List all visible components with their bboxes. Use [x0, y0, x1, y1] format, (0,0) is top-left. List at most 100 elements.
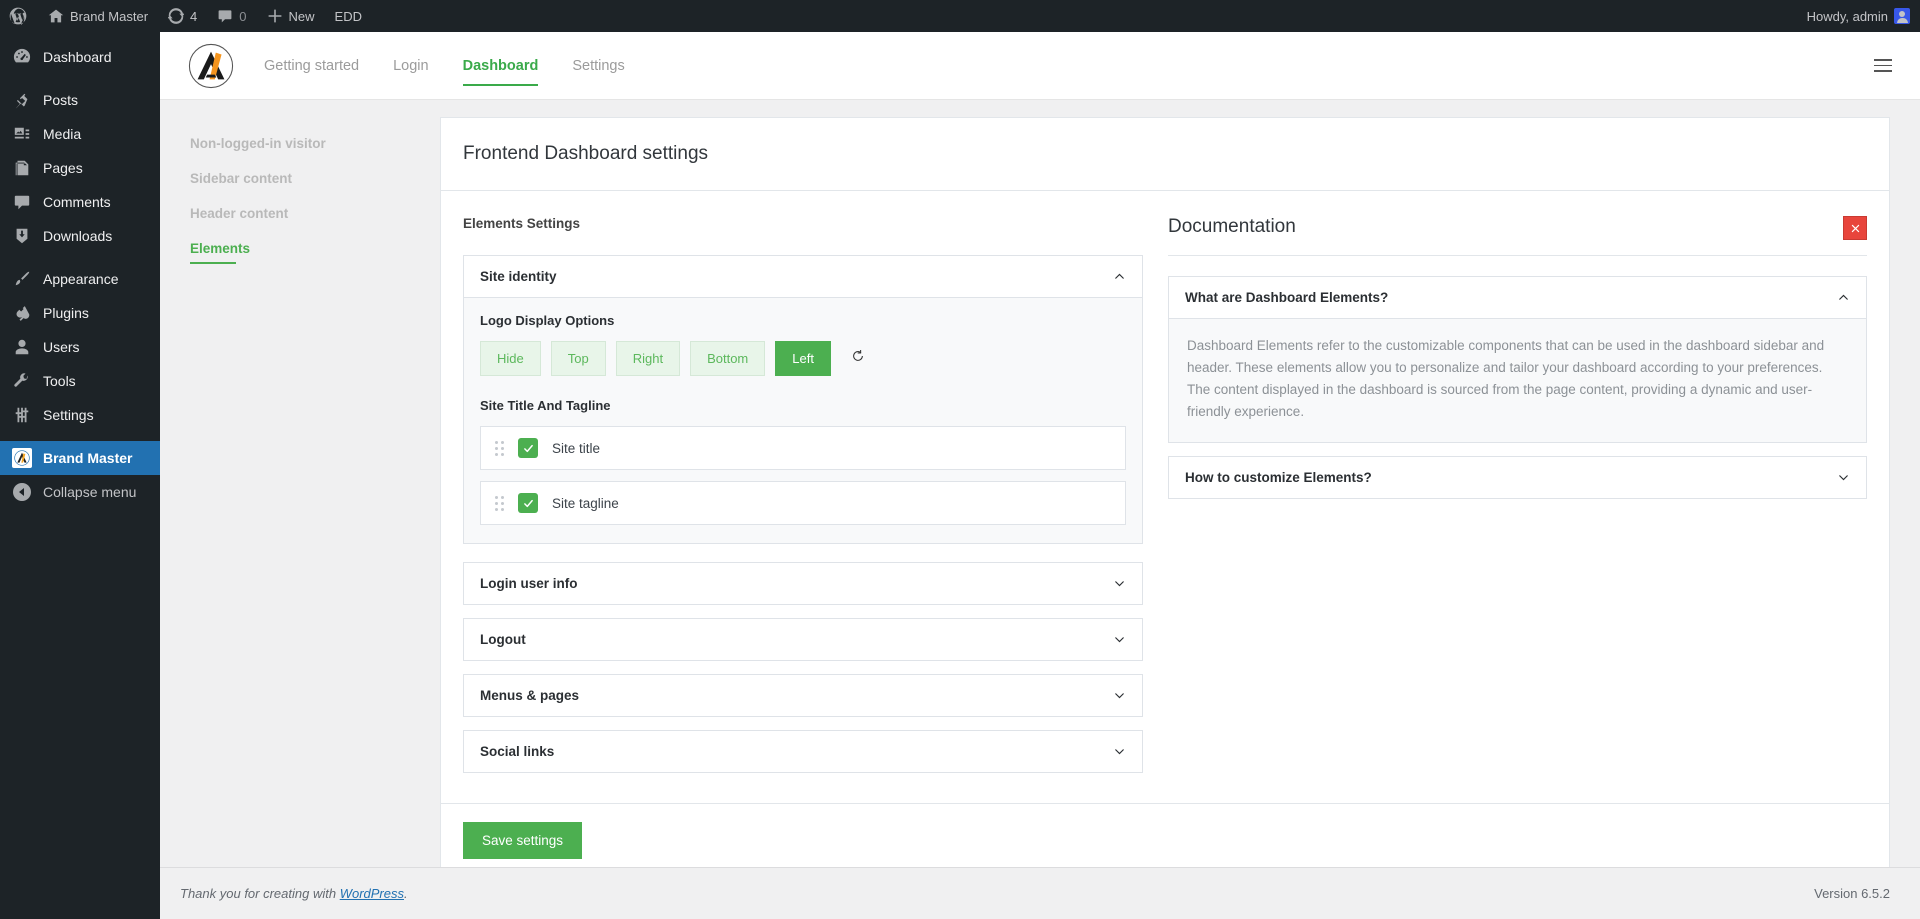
side-nav-item-sidebar-content[interactable]: Sidebar content	[190, 161, 440, 196]
accordion-site-identity-body: Logo Display Options Hide Top Right Bott…	[464, 298, 1142, 543]
plugin-nav-settings[interactable]: Settings	[572, 32, 624, 100]
edd-label: EDD	[335, 9, 362, 24]
plugin-nav-getting-started[interactable]: Getting started	[264, 32, 359, 100]
pin-icon	[12, 90, 32, 110]
sidebar-item-media[interactable]: Media	[0, 117, 160, 151]
my-account-menu[interactable]: Howdy, admin	[1797, 0, 1920, 32]
user-icon	[12, 337, 32, 357]
updates-menu[interactable]: 4	[158, 0, 207, 32]
menu-separator	[0, 432, 160, 441]
hamburger-icon[interactable]	[1874, 59, 1892, 72]
accordion-site-identity-header[interactable]: Site identity	[464, 256, 1142, 298]
accordion-social-links-header[interactable]: Social links	[464, 731, 1142, 772]
site-name-menu[interactable]: Brand Master	[38, 0, 158, 32]
new-label: New	[289, 9, 315, 24]
doc-accordion-header[interactable]: What are Dashboard Elements?	[1169, 277, 1866, 319]
sidebar-item-label: Dashboard	[43, 49, 112, 65]
logo-option-bottom[interactable]: Bottom	[690, 341, 765, 376]
chevron-up-icon	[1113, 270, 1126, 283]
wp-admin-menu: Dashboard Posts Media Pages Comments Dow…	[0, 32, 160, 919]
chevron-down-icon	[1113, 633, 1126, 646]
settings-main-column: Frontend Dashboard settings Elements Set…	[440, 100, 1920, 919]
accordion-login-user-info-header[interactable]: Login user info	[464, 563, 1142, 604]
avatar	[1894, 8, 1910, 24]
sidebar-item-dashboard[interactable]: Dashboard	[0, 40, 160, 74]
menu-top-spacer	[0, 32, 160, 40]
accordion-login-user-info: Login user info	[463, 562, 1143, 605]
sidebar-item-label: Comments	[43, 194, 111, 210]
documentation-close-button[interactable]	[1843, 216, 1867, 240]
new-content-menu[interactable]: New	[257, 0, 325, 32]
doc-accordion-what-are-dashboard-elements: What are Dashboard Elements? Dashboard E…	[1168, 276, 1867, 443]
accordion-logout-header[interactable]: Logout	[464, 619, 1142, 660]
logo-option-top[interactable]: Top	[551, 341, 606, 376]
accordion-menus-pages-header[interactable]: Menus & pages	[464, 675, 1142, 716]
checkbox-site-title[interactable]	[518, 438, 538, 458]
plugin-nav-dashboard[interactable]: Dashboard	[463, 32, 539, 100]
sidebar-item-downloads[interactable]: Downloads	[0, 219, 160, 253]
documentation-column: Documentation What are Dashboard Element…	[1143, 216, 1867, 773]
comments-count: 0	[239, 9, 246, 24]
logo-option-hide[interactable]: Hide	[480, 341, 541, 376]
updates-icon	[168, 8, 184, 24]
download-icon	[12, 226, 32, 246]
comments-icon	[12, 192, 32, 212]
comment-bubble-icon	[217, 8, 233, 24]
collapse-menu-button[interactable]: Collapse menu	[0, 475, 160, 509]
element-row-site-tagline[interactable]: Site tagline	[480, 481, 1126, 525]
documentation-title: Documentation	[1168, 216, 1867, 256]
elements-settings-column: Elements Settings Site identity Logo Dis…	[463, 216, 1143, 773]
sidebar-item-plugins[interactable]: Plugins	[0, 296, 160, 330]
doc-accordion-header[interactable]: How to customize Elements?	[1169, 457, 1866, 498]
drag-handle-icon[interactable]	[495, 496, 504, 511]
sidebar-item-label: Tools	[43, 373, 76, 389]
site-name-label: Brand Master	[70, 9, 148, 24]
doc-accordion-how-to-customize-elements: How to customize Elements?	[1168, 456, 1867, 499]
save-settings-button[interactable]: Save settings	[463, 822, 582, 859]
sidebar-item-comments[interactable]: Comments	[0, 185, 160, 219]
sliders-icon	[12, 405, 32, 425]
side-nav-item-elements[interactable]: Elements	[190, 231, 250, 266]
sidebar-item-users[interactable]: Users	[0, 330, 160, 364]
edd-menu[interactable]: EDD	[325, 0, 372, 32]
accordion-logout: Logout	[463, 618, 1143, 661]
sidebar-item-posts[interactable]: Posts	[0, 83, 160, 117]
footer-version: Version 6.5.2	[1814, 886, 1890, 901]
element-row-site-title[interactable]: Site title	[480, 426, 1126, 470]
comments-menu[interactable]: 0	[207, 0, 256, 32]
menu-separator	[0, 253, 160, 262]
chevron-down-icon	[1113, 689, 1126, 702]
sidebar-item-label: Plugins	[43, 305, 89, 321]
sidebar-item-appearance[interactable]: Appearance	[0, 262, 160, 296]
side-nav-item-header-content[interactable]: Header content	[190, 196, 440, 231]
sidebar-item-settings[interactable]: Settings	[0, 398, 160, 432]
collapse-menu-label: Collapse menu	[43, 484, 136, 500]
page-title: Frontend Dashboard settings	[441, 118, 1889, 191]
sidebar-item-pages[interactable]: Pages	[0, 151, 160, 185]
panel-inner: Elements Settings Site identity Logo Dis…	[441, 191, 1889, 803]
sidebar-item-brand-master[interactable]: Brand Master	[0, 441, 160, 475]
checkbox-site-tagline[interactable]	[518, 493, 538, 513]
refresh-spinner-icon	[851, 349, 865, 368]
accordion-title: Site identity	[480, 269, 557, 284]
home-icon	[48, 8, 64, 24]
sidebar-item-label: Media	[43, 126, 81, 142]
wordpress-link[interactable]: WordPress	[340, 886, 404, 901]
accordion-social-links: Social links	[463, 730, 1143, 773]
accordion-title: Menus & pages	[480, 688, 579, 703]
footer-thanks-prefix: Thank you for creating with	[180, 886, 340, 901]
wordpress-logo-icon	[8, 6, 28, 26]
logo-display-options-buttons: Hide Top Right Bottom Left	[480, 341, 1126, 376]
wp-logo-menu[interactable]	[0, 0, 38, 32]
settings-side-nav: Non-logged-in visitor Sidebar content He…	[160, 100, 440, 919]
logo-option-left[interactable]: Left	[775, 341, 831, 376]
accordion-title: Login user info	[480, 576, 578, 591]
plug-icon	[12, 303, 32, 323]
logo-option-right[interactable]: Right	[616, 341, 680, 376]
plugin-nav: Getting started Login Dashboard Settings	[264, 32, 625, 100]
drag-handle-icon[interactable]	[495, 441, 504, 456]
dashboard-icon	[12, 47, 32, 67]
plugin-nav-login[interactable]: Login	[393, 32, 428, 100]
side-nav-item-non-logged-in-visitor[interactable]: Non-logged-in visitor	[190, 126, 440, 161]
sidebar-item-tools[interactable]: Tools	[0, 364, 160, 398]
